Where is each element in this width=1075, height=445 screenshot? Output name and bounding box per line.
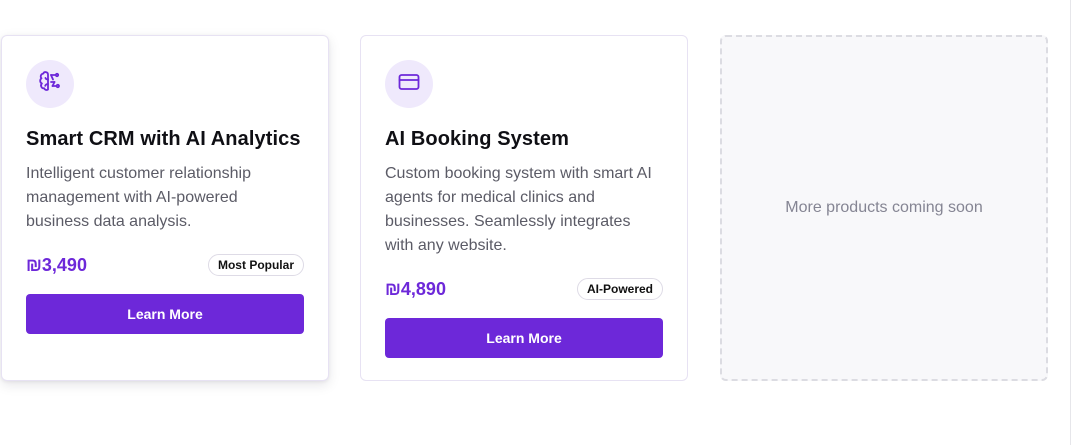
coming-soon-text: More products coming soon (785, 199, 983, 216)
learn-more-button[interactable]: Learn More (26, 294, 304, 334)
page-divider (1070, 0, 1071, 445)
product-description: Custom booking system with smart AI agen… (385, 165, 652, 254)
product-icon-container (26, 60, 74, 108)
learn-more-button[interactable]: Learn More (385, 318, 663, 358)
product-title: Smart CRM with AI Analytics (26, 128, 301, 150)
coming-soon-placeholder: More products coming soon (720, 35, 1048, 381)
product-title: AI Booking System (385, 128, 569, 150)
product-badge: Most Popular (207, 254, 304, 276)
product-icon-container (385, 60, 433, 108)
price-row: ₪4,890 AI-Powered (385, 276, 663, 302)
product-price: ₪4,890 (385, 278, 446, 299)
product-description: Intelligent customer relationship manage… (26, 165, 252, 230)
price-row: ₪3,490 Most Popular (26, 252, 304, 278)
product-card-crm: Smart CRM with AI Analytics Intelligent … (1, 35, 329, 381)
product-card-booking: AI Booking System Custom booking system … (360, 35, 688, 381)
product-price: ₪3,490 (26, 254, 87, 275)
credit-card-icon (397, 70, 421, 99)
brain-icon (38, 70, 62, 99)
product-badge: AI-Powered (576, 278, 663, 300)
products-grid: Smart CRM with AI Analytics Intelligent … (0, 0, 1075, 445)
